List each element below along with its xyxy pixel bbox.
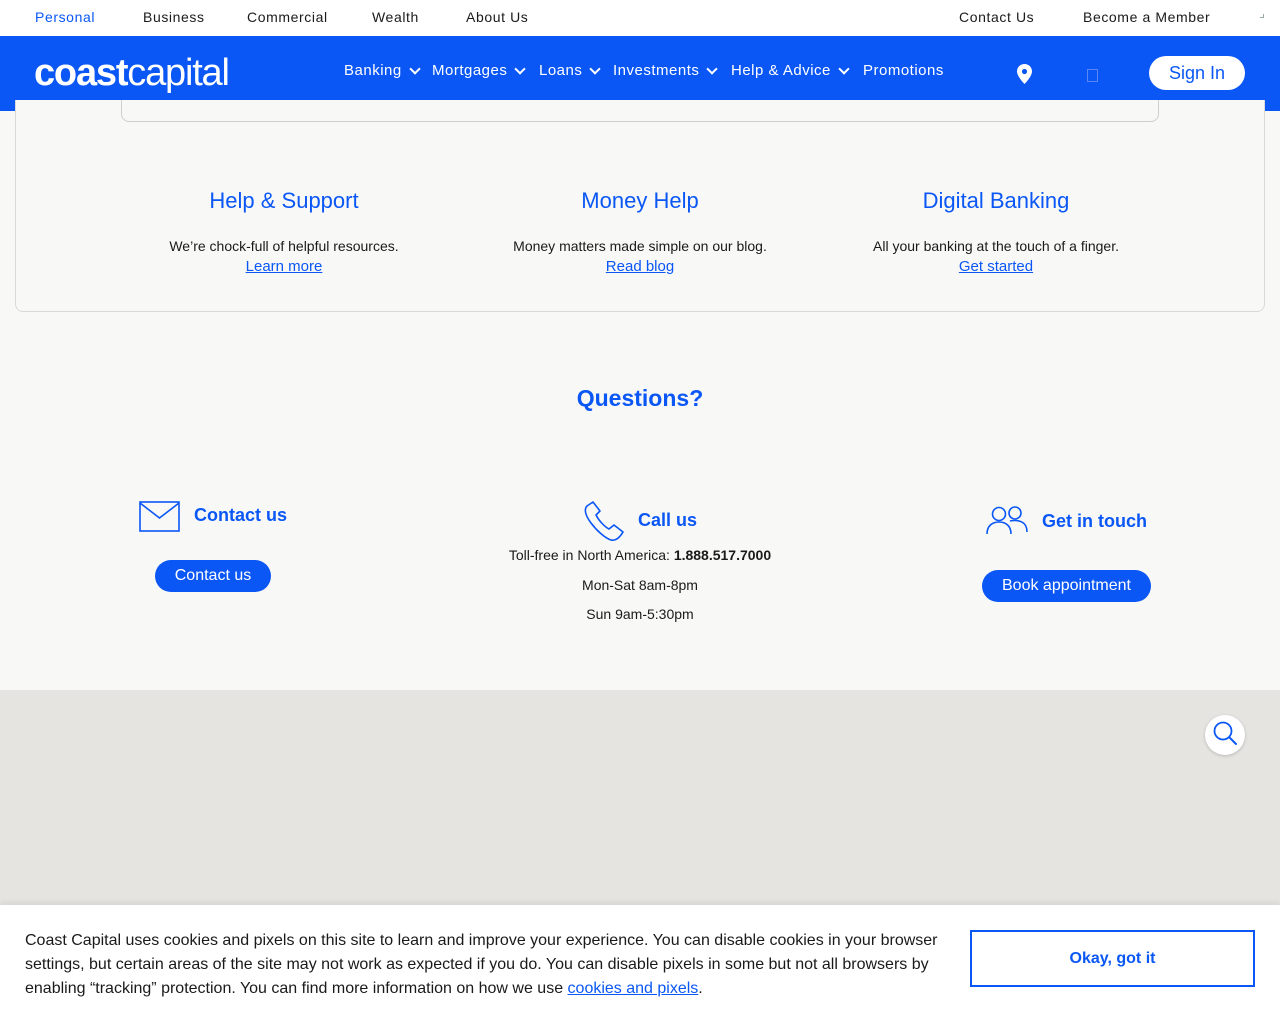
resource-digital-banking: Digital Banking All your banking at the …	[818, 186, 1174, 276]
phone-icon	[583, 500, 625, 547]
nav-item-banking[interactable]: Banking	[344, 62, 421, 79]
cookie-banner: Coast Capital uses cookies and pixels on…	[0, 905, 1280, 1024]
get-started-link[interactable]: Get started	[959, 258, 1033, 275]
okay-got-it-button[interactable]: Okay, got it	[970, 930, 1255, 987]
nav-item-label: Mortgages	[432, 62, 508, 79]
nav-item-label: Investments	[613, 62, 700, 79]
hours-weekday: Mon-Sat 8am-8pm	[582, 577, 698, 593]
resource-text: Money matters made simple on our blog.	[513, 238, 767, 254]
resource-help-support: Help & Support We’re chock-full of helpf…	[106, 186, 462, 276]
search-icon	[1212, 720, 1238, 751]
nav-item-investments[interactable]: Investments	[613, 62, 719, 79]
utility-link-about-us[interactable]: About Us	[466, 9, 528, 25]
nav-item-label: Banking	[344, 62, 402, 79]
resource-money-help: Money Help Money matters made simple on …	[462, 186, 818, 276]
resource-text: All your banking at the touch of a finge…	[873, 238, 1119, 254]
utility-link-personal[interactable]: Personal	[35, 9, 95, 25]
logo-light-text: capital	[127, 52, 230, 94]
nav-item-label: Help & Advice	[731, 62, 831, 79]
hours-sunday: Sun 9am-5:30pm	[586, 606, 694, 622]
chevron-down-icon	[514, 62, 527, 75]
phone-number[interactable]: 1.888.517.7000	[674, 547, 771, 563]
logo[interactable]: coastcapital	[34, 51, 230, 95]
logo-bold-text: coast	[34, 52, 128, 94]
cookie-text-end: .	[698, 980, 703, 997]
cookie-text: Coast Capital uses cookies and pixels on…	[25, 932, 938, 997]
resource-title: Money Help	[581, 188, 699, 213]
nav-item-promotions[interactable]: Promotions	[863, 62, 944, 79]
utility-link-commercial[interactable]: Commercial	[247, 9, 328, 25]
toll-free-label: Toll-free in North America:	[508, 547, 674, 563]
cookie-message: Coast Capital uses cookies and pixels on…	[25, 929, 955, 1001]
get-in-touch-title: Get in touch	[1042, 511, 1147, 531]
chevron-down-icon	[838, 62, 850, 75]
nav-item-mortgages[interactable]: Mortgages	[432, 62, 527, 79]
utility-link-contact-us[interactable]: Contact Us	[959, 9, 1034, 25]
resource-title: Help & Support	[209, 188, 359, 213]
questions-heading: Questions?	[576, 385, 704, 411]
chevron-down-icon	[409, 62, 421, 75]
contact-us-button[interactable]: Contact us	[155, 560, 271, 592]
sign-in-button[interactable]: Sign In	[1149, 56, 1245, 90]
nav-item-label: Loans	[539, 62, 583, 79]
placeholder-icon[interactable]	[1087, 69, 1098, 82]
resize-corner-icon	[1260, 14, 1264, 18]
learn-more-link[interactable]: Learn more	[246, 258, 323, 275]
book-appointment-button[interactable]: Book appointment	[982, 570, 1151, 602]
chevron-down-icon	[589, 62, 602, 75]
nav-item-label: Promotions	[863, 62, 944, 79]
utility-link-business[interactable]: Business	[143, 9, 205, 25]
utility-link-become-member[interactable]: Become a Member	[1083, 9, 1210, 25]
utility-bar: Personal Business Commercial Wealth Abou…	[0, 0, 1280, 36]
people-icon	[986, 505, 1028, 540]
toll-free-line: Toll-free in North America: 1.888.517.70…	[440, 547, 840, 563]
nav-item-loans[interactable]: Loans	[539, 62, 602, 79]
map-search-button[interactable]	[1205, 715, 1245, 755]
read-blog-link[interactable]: Read blog	[606, 258, 674, 275]
utility-link-wealth[interactable]: Wealth	[372, 9, 419, 25]
resource-text: We’re chock-full of helpful resources.	[169, 238, 399, 254]
location-pin-icon[interactable]	[1016, 64, 1033, 89]
resource-title: Digital Banking	[922, 188, 1070, 213]
chevron-down-icon	[706, 62, 719, 75]
cookies-pixels-link[interactable]: cookies and pixels	[568, 980, 699, 997]
envelope-icon	[139, 501, 180, 537]
inner-card-edge	[121, 100, 1159, 122]
call-us-title: Call us	[638, 510, 698, 530]
nav-item-help-advice[interactable]: Help & Advice	[731, 62, 850, 79]
contact-us-title: Contact us	[194, 505, 288, 525]
